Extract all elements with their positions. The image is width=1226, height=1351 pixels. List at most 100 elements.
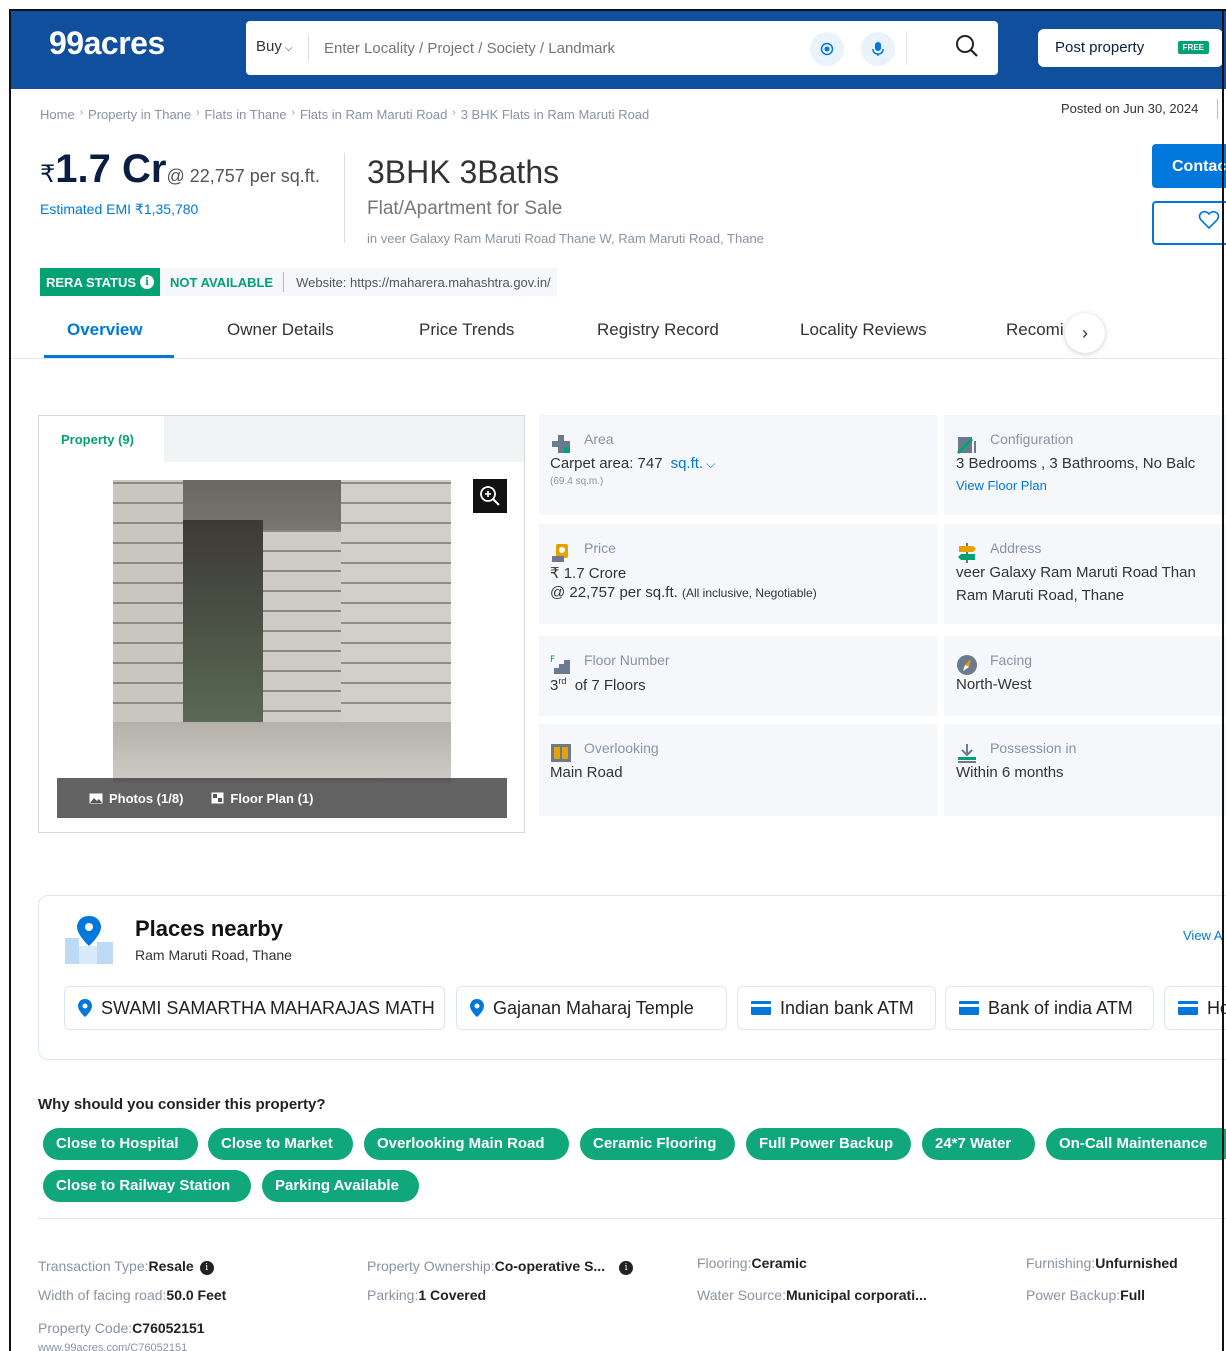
chevron-right-icon[interactable]: › bbox=[1065, 313, 1105, 353]
posted-divider bbox=[1217, 99, 1218, 119]
svg-text:F: F bbox=[550, 655, 555, 665]
spec-value: 50.0 Feet bbox=[166, 1287, 227, 1303]
zoom-in-icon[interactable] bbox=[473, 479, 507, 513]
photos-label: Photos (1/8) bbox=[109, 790, 184, 806]
rera-status-value: NOT AVAILABLE bbox=[170, 274, 274, 290]
detail-facing: Facing North-West bbox=[944, 636, 1226, 716]
emi-link[interactable]: Estimated EMI ₹1,35,780 bbox=[40, 201, 198, 218]
property-details-grid: Area Carpet area: 747 sq.ft. ⌵ (69.4 sq.m.… bbox=[539, 415, 1226, 833]
spec-label: Width of facing road bbox=[38, 1287, 163, 1303]
detail-price: Price ₹ 1.7 Crore @ 22,757 per sq.ft. (A… bbox=[539, 524, 937, 624]
shortlist-button[interactable] bbox=[1152, 201, 1226, 245]
place-chip[interactable]: SWAMI SAMARTHA MAHARAJAS MATH bbox=[64, 986, 445, 1030]
gallery-tabbar: Property (9) bbox=[39, 416, 524, 462]
photo-icon bbox=[89, 793, 103, 803]
search-input[interactable] bbox=[314, 33, 794, 63]
price-detail-value: ₹ 1.7 Crore bbox=[550, 565, 627, 582]
spec-value: Ceramic bbox=[751, 1255, 807, 1271]
property-url[interactable]: www.99acres.com/C76052151 bbox=[38, 1342, 187, 1351]
configuration-value: 3 Bedrooms , 3 Bathrooms, No Balc bbox=[956, 455, 1196, 472]
area-icon bbox=[550, 433, 572, 455]
spec-water-source: Water Source:Municipal corporati... bbox=[697, 1287, 927, 1303]
spec-label: Water Source bbox=[697, 1287, 783, 1303]
address-line2: Ram Maruti Road, Thane bbox=[956, 587, 1125, 604]
spec-value: Resale bbox=[148, 1258, 194, 1274]
spec-label: Property Code bbox=[38, 1320, 129, 1336]
place-name: Indian bank ATM bbox=[780, 997, 914, 1018]
facing-label: Facing bbox=[990, 652, 1033, 668]
detail-possession: Possession in Within 6 months bbox=[944, 724, 1226, 816]
location-target-icon[interactable] bbox=[810, 32, 844, 66]
breadcrumb-item[interactable]: Flats in Ram Maruti Road bbox=[300, 107, 447, 122]
floor-icon: F bbox=[550, 654, 572, 676]
rera-status-row: RERA STATUS i NOT AVAILABLE Website: htt… bbox=[40, 268, 557, 296]
tab-overview[interactable]: Overview bbox=[67, 320, 143, 340]
spec-label: Flooring bbox=[697, 1255, 748, 1271]
tab-locality-reviews[interactable]: Locality Reviews bbox=[800, 320, 927, 340]
rera-website[interactable]: Website: https://maharera.mahashtra.gov.… bbox=[284, 275, 557, 290]
search-icon[interactable] bbox=[954, 33, 980, 64]
buy-dropdown[interactable]: Buy ⌵ bbox=[256, 38, 292, 55]
price-value: 1.7 Cr bbox=[55, 147, 167, 191]
floor-plan-icon bbox=[211, 792, 224, 804]
info-icon[interactable]: i bbox=[619, 1261, 634, 1275]
photos-button[interactable]: Photos (1/8) bbox=[89, 791, 183, 806]
post-property-button[interactable]: Post property FREE bbox=[1038, 29, 1223, 67]
floor-suffix: rd bbox=[558, 676, 567, 686]
spec-ownership: Property Ownership:Co-operative S... i bbox=[367, 1258, 634, 1275]
property-photo[interactable] bbox=[113, 480, 451, 782]
spec-property-code: Property Code:C76052151 bbox=[38, 1320, 205, 1336]
rera-badge: RERA STATUS i bbox=[40, 268, 161, 296]
feature-tag: Parking Available bbox=[262, 1170, 419, 1202]
feature-tag: Close to Railway Station bbox=[43, 1170, 251, 1202]
view-all-link[interactable]: View A bbox=[1183, 928, 1223, 943]
post-property-label: Post property bbox=[1055, 39, 1145, 56]
area-label: Area bbox=[584, 431, 614, 447]
breadcrumb-separator: › bbox=[291, 107, 295, 118]
place-chip[interactable]: Gajanan Maharaj Temple bbox=[456, 986, 727, 1030]
breadcrumb: Home › Property in Thane › Flats in Thane ›… bbox=[40, 107, 649, 122]
price-per-sqft-detail: @ 22,757 per sq.ft. bbox=[550, 584, 678, 601]
area-unit-dropdown[interactable]: sq.ft. bbox=[671, 455, 704, 472]
chevron-down-icon: ⌵ bbox=[284, 43, 293, 54]
right-border bbox=[1222, 9, 1224, 1351]
title-divider bbox=[344, 153, 345, 243]
why-consider-title: Why should you consider this property? bbox=[38, 1096, 326, 1113]
site-logo[interactable]: 99acres bbox=[49, 25, 165, 62]
breadcrumb-item[interactable]: Home bbox=[40, 107, 75, 122]
search-divider bbox=[308, 35, 309, 61]
feature-tag: Close to Hospital bbox=[43, 1128, 198, 1160]
chevron-down-icon[interactable]: ⌵ bbox=[706, 457, 715, 471]
tab-owner-details[interactable]: Owner Details bbox=[227, 320, 334, 340]
place-chip[interactable]: Bank of india ATM bbox=[945, 986, 1154, 1030]
spec-label: Power Backup bbox=[1026, 1287, 1117, 1303]
breadcrumb-item-current: 3 BHK Flats in Ram Maruti Road bbox=[460, 107, 650, 122]
breadcrumb-separator: › bbox=[79, 107, 84, 118]
floor-plan-button[interactable]: Floor Plan (1) bbox=[211, 791, 313, 806]
places-nearby-title: Places nearby bbox=[135, 916, 283, 941]
contact-button[interactable]: Contac bbox=[1152, 144, 1226, 188]
configuration-label: Configuration bbox=[990, 431, 1074, 447]
posted-date: Posted on Jun 30, 2024 bbox=[1061, 101, 1199, 116]
info-icon[interactable]: i bbox=[140, 275, 155, 289]
tab-price-trends[interactable]: Price Trends bbox=[419, 320, 514, 340]
microphone-icon[interactable] bbox=[861, 32, 895, 66]
place-chip[interactable]: Ho bbox=[1164, 986, 1226, 1030]
tab-recommendations[interactable]: Recomi bbox=[1006, 320, 1066, 340]
breadcrumb-item[interactable]: Property in Thane bbox=[88, 107, 191, 122]
area-value: Carpet area: 747 sq.ft. ⌵ bbox=[550, 455, 937, 472]
view-floor-plan-link[interactable]: View Floor Plan bbox=[956, 478, 1226, 493]
tab-registry-record[interactable]: Registry Record bbox=[597, 320, 719, 340]
places-nearby-icon bbox=[63, 914, 115, 971]
breadcrumb-item[interactable]: Flats in Thane bbox=[204, 107, 286, 122]
place-chip[interactable]: Indian bank ATM bbox=[737, 986, 936, 1030]
signpost-icon bbox=[956, 542, 978, 564]
feature-tag: Overlooking Main Road bbox=[364, 1128, 569, 1160]
gallery-tab-property[interactable]: Property (9) bbox=[39, 416, 164, 462]
info-icon[interactable]: i bbox=[199, 1261, 214, 1275]
price-tag-icon bbox=[550, 542, 572, 564]
possession-label: Possession in bbox=[990, 740, 1077, 756]
spec-transaction-type: Transaction Type:Resale i bbox=[38, 1258, 214, 1275]
detail-overlooking: Overlooking Main Road bbox=[539, 724, 937, 816]
feature-tag: On-Call Maintenance bbox=[1046, 1128, 1226, 1160]
